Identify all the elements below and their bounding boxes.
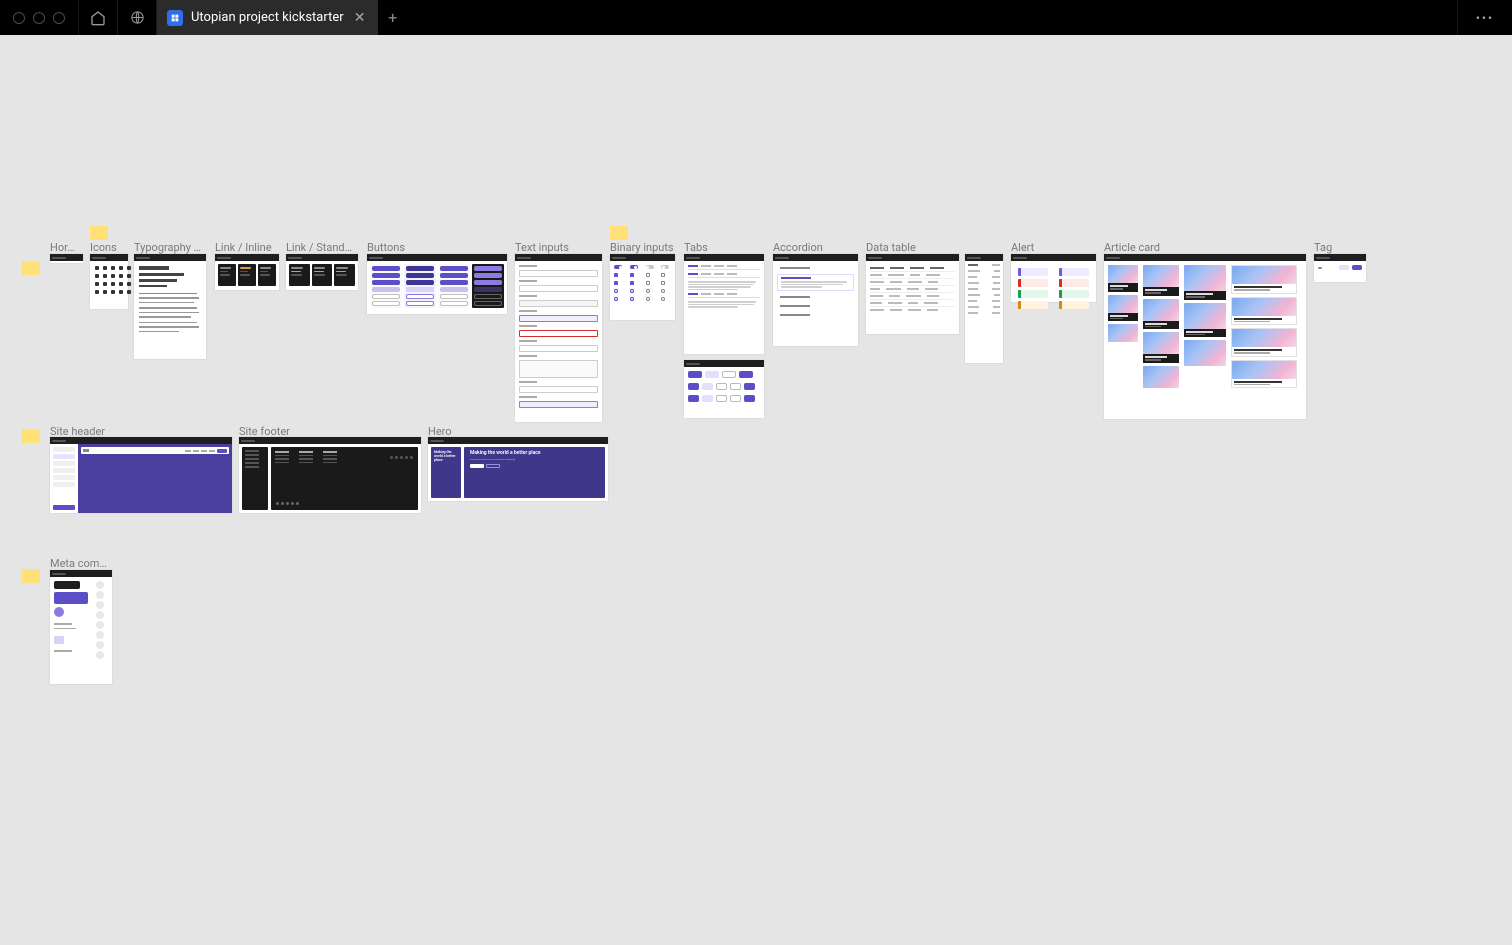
frame-article-card[interactable]: Article heading	[1104, 254, 1306, 419]
frame-label[interactable]: Alert	[1011, 241, 1034, 254]
window-traffic-lights[interactable]	[0, 12, 78, 24]
home-button[interactable]	[79, 0, 117, 35]
sticky-note[interactable]	[22, 569, 40, 583]
frame-label[interactable]: Tag	[1314, 241, 1332, 254]
traffic-max[interactable]	[53, 12, 65, 24]
frame-label[interactable]: Binary inputs	[610, 241, 674, 254]
frame-alert[interactable]	[1011, 254, 1096, 302]
frame-typography[interactable]	[134, 254, 206, 359]
frame-data-table-a[interactable]	[866, 254, 959, 334]
traffic-close[interactable]	[13, 12, 25, 24]
frame-label[interactable]: Accordion	[773, 241, 823, 254]
frame-label[interactable]: Tabs	[684, 241, 708, 254]
frame-buttons[interactable]	[367, 254, 507, 314]
titlebar: Utopian project kickstarter ✕ + •••	[0, 0, 1512, 35]
new-tab-button[interactable]: +	[378, 8, 408, 27]
frame-label[interactable]: Text inputs	[515, 241, 569, 254]
frame-label[interactable]: Icons	[90, 241, 117, 254]
frame-label[interactable]: Meta com…	[50, 557, 110, 570]
tab-close-icon[interactable]: ✕	[352, 10, 368, 26]
frame-label[interactable]: Typography …	[134, 241, 206, 254]
sticky-note[interactable]	[22, 429, 40, 443]
frame-site-footer[interactable]	[239, 437, 421, 513]
frame-binary-inputs[interactable]	[610, 254, 675, 320]
active-tab[interactable]: Utopian project kickstarter ✕	[157, 0, 378, 35]
sticky-note[interactable]	[22, 261, 40, 275]
frame-label[interactable]: Link / Inline	[215, 241, 272, 254]
sticky-note[interactable]	[90, 226, 108, 240]
frame-site-header[interactable]	[50, 437, 232, 513]
sticky-note[interactable]	[610, 226, 628, 240]
frame-meta-components[interactable]	[50, 570, 112, 684]
frame-label[interactable]: Hor…	[50, 241, 80, 254]
globe-button[interactable]	[118, 0, 156, 35]
design-canvas[interactable]: Hor… Icons Typography … Link / Inline Li…	[0, 35, 1512, 945]
frame-data-table-b[interactable]	[965, 254, 1003, 363]
frame-label[interactable]: Buttons	[367, 241, 405, 254]
frame-tag[interactable]	[1314, 254, 1366, 282]
app-menu-button[interactable]: •••	[1458, 11, 1512, 25]
frame-hr[interactable]	[50, 254, 83, 263]
frame-link-inline[interactable]	[215, 254, 279, 290]
frame-label[interactable]: Link / Stand…	[286, 241, 354, 254]
frame-tabs-a[interactable]	[684, 254, 764, 354]
frame-label[interactable]: Article card	[1104, 241, 1160, 254]
frame-tabs-b[interactable]	[684, 360, 764, 418]
frame-label[interactable]: Data table	[866, 241, 916, 254]
traffic-min[interactable]	[33, 12, 45, 24]
frame-text-inputs[interactable]	[515, 254, 602, 422]
frame-accordion[interactable]	[773, 254, 858, 346]
frame-icons[interactable]	[90, 254, 128, 309]
frame-link-standalone[interactable]	[286, 254, 358, 290]
tab-title: Utopian project kickstarter	[191, 10, 344, 25]
tab-app-icon	[167, 10, 183, 26]
frame-hero[interactable]: Making the world a better place Making t…	[428, 437, 608, 501]
